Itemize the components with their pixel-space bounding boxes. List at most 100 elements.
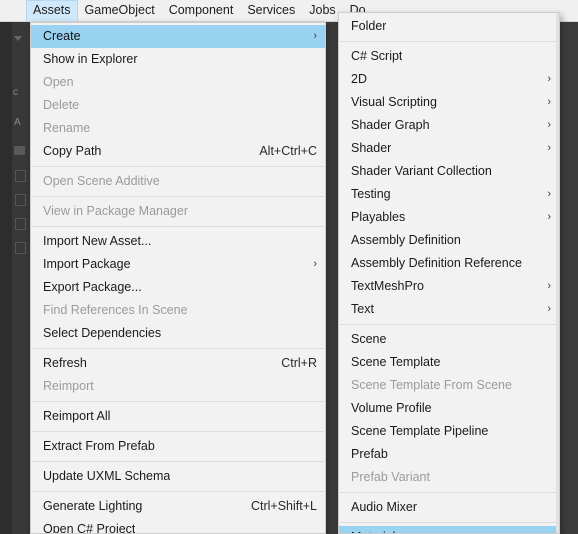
menu-item-scene-template[interactable]: Scene Template — [339, 351, 559, 374]
menu-item-import-package[interactable]: Import Package › — [31, 253, 325, 276]
chevron-right-icon: › — [547, 303, 551, 315]
menu-item-label: Scene Template Pipeline — [351, 424, 489, 438]
menu-item-material[interactable]: Material — [339, 526, 559, 533]
menu-item-label: Rename — [43, 121, 91, 135]
menu-item-label: TextMeshPro — [351, 279, 424, 293]
menu-item-label: Material — [351, 530, 395, 533]
menubar-item-assets-label: Assets — [33, 3, 71, 17]
ghost-text-c: c — [13, 87, 18, 98]
menubar-item-component[interactable]: Component — [162, 0, 241, 21]
menu-separator — [32, 226, 324, 227]
menu-item-assembly-definition[interactable]: Assembly Definition — [339, 229, 559, 252]
menu-item-extract-from-prefab[interactable]: Extract From Prefab — [31, 435, 325, 458]
menu-item-shader-variant-collection[interactable]: Shader Variant Collection — [339, 160, 559, 183]
menu-item-label: Scene Template From Scene — [351, 378, 512, 392]
menu-item-label: Shader Variant Collection — [351, 164, 492, 178]
menu-item-playables[interactable]: Playables › — [339, 206, 559, 229]
menu-item-delete: Delete — [31, 94, 325, 117]
menu-separator — [32, 491, 324, 492]
chevron-right-icon: › — [313, 258, 317, 270]
folder-icon — [14, 146, 25, 155]
menu-separator — [32, 431, 324, 432]
menu-item-rename: Rename — [31, 117, 325, 140]
menu-item-label: Text — [351, 302, 374, 316]
menu-item-view-in-package-manager: View in Package Manager — [31, 200, 325, 223]
menu-item-label: Create — [43, 29, 81, 43]
menu-item-label: Find References In Scene — [43, 303, 188, 317]
chevron-right-icon: › — [313, 30, 317, 42]
menubar-item-services[interactable]: Services — [240, 0, 302, 21]
menu-item-label: Testing — [351, 187, 391, 201]
menu-item-assembly-definition-reference[interactable]: Assembly Definition Reference — [339, 252, 559, 275]
submenu-scroll-edge — [556, 13, 559, 533]
menu-item-open-c-project[interactable]: Open C# Project — [31, 518, 325, 534]
menu-separator — [32, 166, 324, 167]
menu-item-label: Refresh — [43, 356, 87, 370]
menu-item-label: Delete — [43, 98, 80, 112]
chevron-right-icon: › — [547, 119, 551, 131]
menubar-item-gameobject[interactable]: GameObject — [78, 0, 162, 21]
menu-item-label: Assembly Definition — [351, 233, 461, 247]
menu-item-export-package[interactable]: Export Package... — [31, 276, 325, 299]
menu-item-label: Scene Template — [351, 355, 441, 369]
menu-item-label: Audio Mixer — [351, 500, 417, 514]
menu-item-label: Shader Graph — [351, 118, 430, 132]
menu-item-reimport-all[interactable]: Reimport All — [31, 405, 325, 428]
menu-item-copy-path[interactable]: Copy Path Alt+Ctrl+C — [31, 140, 325, 163]
menu-item-label: Extract From Prefab — [43, 439, 155, 453]
menu-item-label: Update UXML Schema — [43, 469, 171, 483]
menu-item-volume-profile[interactable]: Volume Profile — [339, 397, 559, 420]
menu-item-shader-graph[interactable]: Shader Graph › — [339, 114, 559, 137]
menu-item-scene-template-pipeline[interactable]: Scene Template Pipeline — [339, 420, 559, 443]
menu-item-find-references-in-scene: Find References In Scene — [31, 299, 325, 322]
menu-item-shortcut: Ctrl+Shift+L — [250, 499, 317, 513]
menu-item-label: Playables — [351, 210, 406, 224]
menu-item-label: Visual Scripting — [351, 95, 437, 109]
menu-item-testing[interactable]: Testing › — [339, 183, 559, 206]
create-submenu-panel: Folder C# Script 2D › Visual Scripting › Shade… — [338, 12, 560, 534]
menu-item-audio-mixer[interactable]: Audio Mixer — [339, 496, 559, 519]
menu-item-update-uxml-schema[interactable]: Update UXML Schema — [31, 465, 325, 488]
menu-item-prefab-variant: Prefab Variant — [339, 466, 559, 489]
editor-right-area — [560, 0, 578, 534]
menu-item-import-new-asset[interactable]: Import New Asset... — [31, 230, 325, 253]
menu-item-shortcut: Ctrl+R — [281, 356, 317, 370]
menu-item-shader[interactable]: Shader › — [339, 137, 559, 160]
menu-separator — [32, 461, 324, 462]
chevron-right-icon: › — [547, 142, 551, 154]
dropdown-triangle-icon — [14, 36, 22, 41]
menu-item-label: Open — [43, 75, 74, 89]
menu-item-text[interactable]: Text › — [339, 298, 559, 321]
menubar-item-assets[interactable]: Assets — [26, 0, 78, 21]
menu-item-label: Open C# Project — [43, 522, 136, 534]
menu-item-label: Folder — [351, 19, 387, 33]
menu-item-folder[interactable]: Folder — [339, 15, 559, 38]
menu-item-open: Open — [31, 71, 325, 94]
menu-item-c-script[interactable]: C# Script — [339, 45, 559, 68]
menu-item-visual-scripting[interactable]: Visual Scripting › — [339, 91, 559, 114]
asset-icon-3 — [15, 218, 26, 230]
menu-item-label: Copy Path — [43, 144, 102, 158]
menu-item-generate-lighting[interactable]: Generate Lighting Ctrl+Shift+L — [31, 495, 325, 518]
chevron-right-icon: › — [547, 96, 551, 108]
menu-separator — [32, 401, 324, 402]
menu-item-label: Assembly Definition Reference — [351, 256, 522, 270]
menu-item-reimport: Reimport — [31, 375, 325, 398]
asset-icon-2 — [15, 194, 26, 206]
menu-item-2d[interactable]: 2D › — [339, 68, 559, 91]
menu-item-textmeshpro[interactable]: TextMeshPro › — [339, 275, 559, 298]
menu-item-prefab[interactable]: Prefab — [339, 443, 559, 466]
menu-item-label: Volume Profile — [351, 401, 432, 415]
menu-item-create[interactable]: Create › — [31, 25, 325, 48]
menubar-item-jobs[interactable]: Jobs — [302, 0, 342, 21]
asset-icon-4 — [15, 242, 26, 254]
menu-item-label: Prefab Variant — [351, 470, 430, 484]
menu-item-show-in-explorer[interactable]: Show in Explorer — [31, 48, 325, 71]
menu-item-label: View in Package Manager — [43, 204, 188, 218]
menu-item-select-dependencies[interactable]: Select Dependencies — [31, 322, 325, 345]
menu-separator — [340, 41, 558, 42]
menu-item-refresh[interactable]: Refresh Ctrl+R — [31, 352, 325, 375]
menu-separator — [32, 348, 324, 349]
menu-item-label: Scene — [351, 332, 387, 346]
menu-item-scene[interactable]: Scene — [339, 328, 559, 351]
